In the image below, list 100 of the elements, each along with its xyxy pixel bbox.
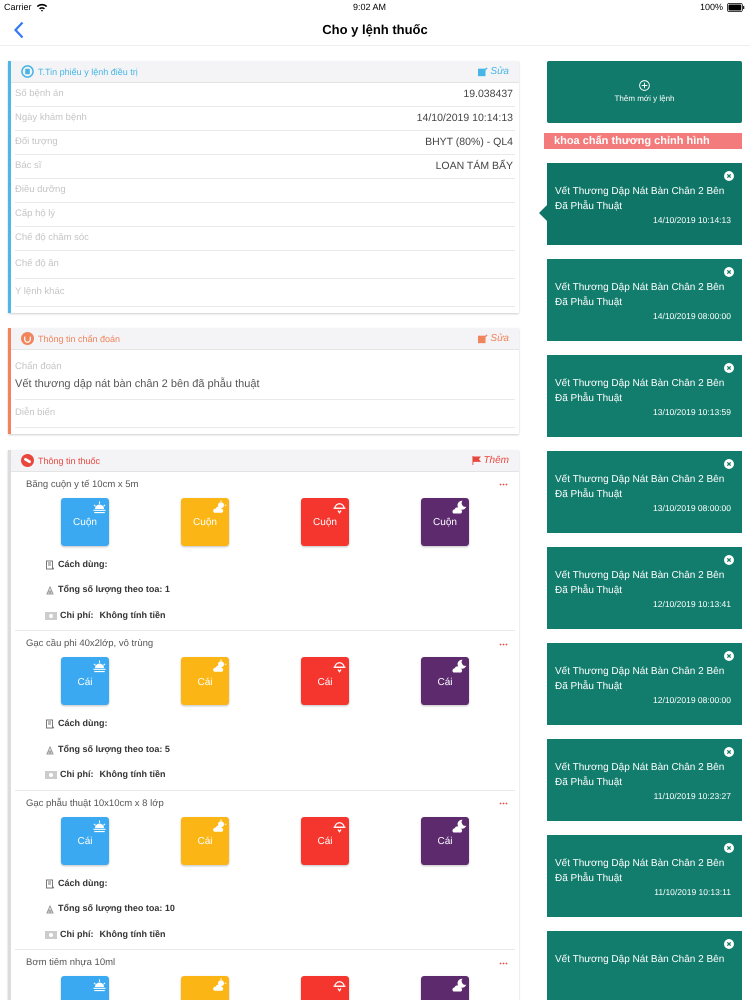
field-value: 14/10/2019 10:14:13 xyxy=(416,110,514,126)
add-order-button[interactable]: Thêm mới y lệnh xyxy=(547,61,742,123)
close-icon[interactable] xyxy=(724,267,734,277)
order-time: 12/10/2019 08:00:00 xyxy=(652,694,732,707)
field-label: Chẩn đoán xyxy=(15,360,62,374)
page-title: Cho y lệnh thuốc xyxy=(321,21,429,40)
sunrise-icon xyxy=(92,500,107,515)
drug-name: Gạc cầu phi 40x2lớp, vô trùng xyxy=(26,637,154,652)
field-label: Cấp hộ lý xyxy=(15,207,56,222)
field-value: LOAN TÁM BẨY xyxy=(436,158,514,174)
sun-cloud-icon xyxy=(212,659,227,674)
order-time: 12/10/2019 10:13:41 xyxy=(652,598,732,611)
cost-value: Không tính tiền xyxy=(100,768,166,782)
dose-tile[interactable]: Cái xyxy=(421,657,469,706)
field-label: Diễn biến xyxy=(15,406,56,420)
cost-label: Chi phí: xyxy=(60,928,94,941)
close-icon[interactable] xyxy=(724,939,734,949)
section-title: Thông tin chẩn đoán xyxy=(38,332,120,346)
field-label: Đối tượng xyxy=(15,135,58,150)
battery-icon xyxy=(726,3,746,12)
plus-circle-icon xyxy=(639,80,650,90)
diagnosis-text: Vết thương dập nát bàn chân 2 bên đã phẫu thuật xyxy=(15,376,261,392)
close-icon[interactable] xyxy=(724,747,734,757)
field-value: BHYT (80%) - QL4 xyxy=(425,134,514,150)
order-time: 11/10/2019 10:23:27 xyxy=(652,790,732,803)
dose-tile[interactable]: Cuộn xyxy=(61,498,109,546)
dose-tile[interactable]: Cái xyxy=(61,657,109,706)
prescription-icon xyxy=(45,560,55,570)
field-label: Y lệnh khác xyxy=(15,285,64,300)
sun-cloud-icon xyxy=(212,818,227,834)
close-icon[interactable] xyxy=(724,843,734,853)
dose-tile[interactable]: Cái xyxy=(301,657,349,706)
money-icon xyxy=(45,771,57,779)
close-icon[interactable] xyxy=(724,651,734,661)
order-title: Vết Thương Dập Nát Bàn Chân 2 Bên xyxy=(555,953,726,967)
pill-icon xyxy=(21,454,34,467)
moon-cloud-icon xyxy=(452,978,467,994)
section-title: Thông tin thuốc xyxy=(38,454,100,468)
order-title: Vết Thương Dập Nát Bàn Chân 2 Bên Đã Phẫu Thuật xyxy=(555,569,726,598)
moon-cloud-icon xyxy=(452,659,467,674)
sunrise-icon xyxy=(92,978,107,994)
close-icon[interactable] xyxy=(724,363,734,373)
more-icon[interactable] xyxy=(498,483,509,486)
more-icon[interactable] xyxy=(498,962,509,965)
more-icon[interactable] xyxy=(498,642,509,646)
more-icon[interactable] xyxy=(498,802,509,806)
dose-tile[interactable]: Cái xyxy=(61,816,109,865)
usage-label: Cách dùng: xyxy=(58,876,108,890)
order-time: 13/10/2019 08:00:00 xyxy=(652,502,732,515)
order-title: Vết Thương Dập Nát Bàn Chân 2 Bên Đã Phẫu Thuật xyxy=(555,281,726,310)
cost-value: Không tính tiền xyxy=(100,608,166,622)
drug-name: Băng cuộn y tế 10cm x 5m xyxy=(26,478,138,492)
section-title: T.Tin phiếu y lệnh điều trị xyxy=(38,66,138,79)
order-title: Vết Thương Dập Nát Bàn Chân 2 Bên Đã Phẫu Thuật xyxy=(555,665,726,694)
order-time: 14/10/2019 08:00:00 xyxy=(652,310,732,323)
flag-icon xyxy=(472,456,482,465)
edit-icon xyxy=(478,66,488,76)
cost-value: Không tính tiền xyxy=(100,928,166,941)
sun-cloud-icon xyxy=(212,500,227,515)
sunrise-icon xyxy=(92,659,107,674)
field-label: Điều dưỡng xyxy=(15,183,66,198)
close-icon[interactable] xyxy=(724,459,734,469)
field-label: Ngày khám bệnh xyxy=(15,111,87,126)
moon-cloud-icon xyxy=(452,818,467,834)
total-quantity: Tổng số lượng theo toa: 5 xyxy=(58,742,170,756)
clock-label: 9:02 AM xyxy=(353,0,386,14)
moon-cloud-icon xyxy=(452,500,467,515)
order-title: Vết Thương Dập Nát Bàn Chân 2 Bên Đã Phẫu Thuật xyxy=(555,185,726,214)
back-icon xyxy=(14,21,24,39)
prescription-icon xyxy=(45,878,55,888)
section-action-button[interactable]: Thêm xyxy=(472,452,509,468)
order-time: 14/10/2019 10:14:13 xyxy=(652,214,732,227)
edit-icon xyxy=(478,334,488,344)
wifi-icon xyxy=(36,3,48,12)
order-time: 13/10/2019 10:13:59 xyxy=(652,406,732,419)
sun-cloud-icon xyxy=(212,978,227,994)
dose-tile[interactable]: Cái xyxy=(421,816,469,865)
usage-label: Cách dùng: xyxy=(58,558,108,571)
field-label: Chế độ ăn xyxy=(15,257,59,272)
drug-name: Gạc phẫu thuật 10x10cm x 8 lớp xyxy=(26,796,164,811)
field-label: Số bệnh án xyxy=(15,87,64,102)
close-icon[interactable] xyxy=(724,171,734,181)
dose-tile[interactable]: Cái xyxy=(301,816,349,865)
prescription-icon xyxy=(45,719,55,729)
order-title: Vết Thương Dập Nát Bàn Chân 2 Bên Đã Phẫu Thuật xyxy=(555,857,726,886)
field-label: Chế độ chăm sóc xyxy=(15,231,89,246)
dose-tile[interactable]: Cuộn xyxy=(421,498,469,546)
money-icon xyxy=(45,930,57,938)
drug-name: Bơm tiêm nhựa 10ml xyxy=(26,956,116,970)
sunrise-icon xyxy=(92,818,107,834)
cost-label: Chi phí: xyxy=(60,608,94,622)
dose-tile[interactable]: Cuộn xyxy=(301,498,349,546)
carrier-label: Carrier xyxy=(4,0,32,14)
money-icon xyxy=(45,612,57,620)
total-quantity: Tổng số lượng theo toa: 1 xyxy=(58,583,170,596)
total-quantity: Tổng số lượng theo toa: 10 xyxy=(58,902,175,916)
close-icon[interactable] xyxy=(724,555,734,565)
order-card[interactable]: Vết Thương Dập Nát Bàn Chân 2 Bên Đã Phẫu Thuật 14/10/2019 10:14:13 xyxy=(539,163,742,245)
field-value: 19.038437 xyxy=(463,86,514,102)
usage-label: Cách dùng: xyxy=(58,717,108,730)
